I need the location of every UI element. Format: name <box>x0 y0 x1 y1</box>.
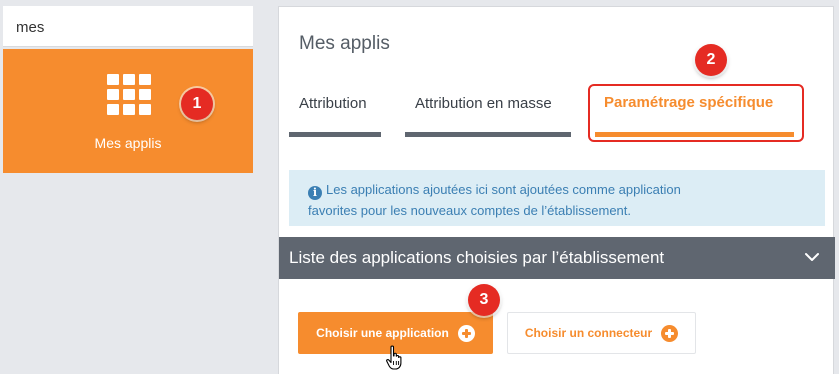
mes-applis-panel: Mes applis Attribution Attribution en ma… <box>278 6 835 374</box>
search-input[interactable]: mes <box>3 6 253 47</box>
highlight-frame <box>588 84 804 142</box>
chevron-down-icon[interactable] <box>803 248 821 266</box>
plus-circle-icon <box>661 324 679 342</box>
tab-attribution-en-masse-underline <box>405 132 571 137</box>
plus-circle-icon <box>457 324 475 342</box>
hand-pointer-icon <box>386 345 402 370</box>
info-text-line2: favorites pour les nouveaux comptes de l… <box>308 203 632 218</box>
info-banner: i Les applications ajoutées ici sont ajou… <box>289 170 825 226</box>
choose-connector-button[interactable]: Choisir un connecteur <box>507 312 696 354</box>
grid-apps-icon <box>107 74 152 115</box>
info-icon: i <box>308 186 322 200</box>
choose-connector-label: Choisir un connecteur <box>524 326 653 340</box>
callout-badge-2: 2 <box>695 44 727 76</box>
info-text-line1: Les applications ajoutées ici sont ajout… <box>326 182 681 197</box>
callout-badge-1: 1 <box>181 88 213 120</box>
section-title: Liste des applications choisies par l’ét… <box>289 248 665 267</box>
choose-application-label: Choisir une application <box>316 326 449 340</box>
page-title: Mes applis <box>299 33 390 54</box>
tab-attribution[interactable]: Attribution <box>299 95 367 112</box>
search-input-value: mes <box>16 19 45 36</box>
callout-badge-3: 3 <box>468 284 500 316</box>
section-header[interactable]: Liste des applications choisies par l’ét… <box>279 237 835 279</box>
tab-attribution-underline <box>289 132 381 137</box>
mes-applis-tile[interactable]: Mes applis <box>3 49 253 173</box>
tile-label: Mes applis <box>94 135 162 151</box>
tab-attribution-en-masse[interactable]: Attribution en masse <box>415 95 552 112</box>
